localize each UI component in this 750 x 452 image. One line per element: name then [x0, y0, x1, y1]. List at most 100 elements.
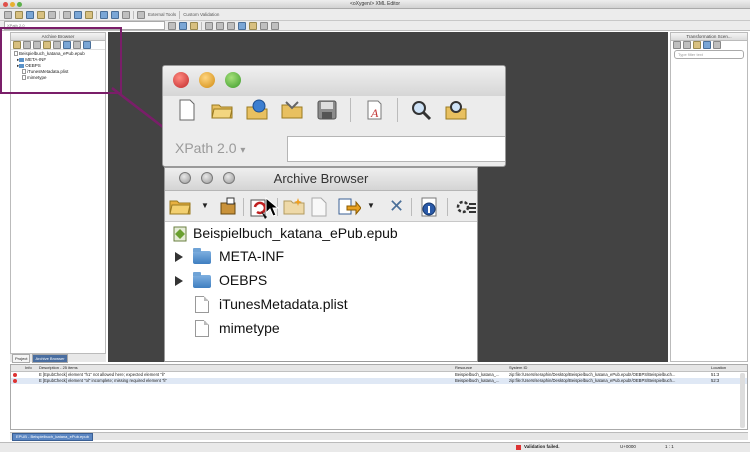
col-info[interactable]: Info: [25, 365, 39, 371]
new-archive-icon[interactable]: [219, 197, 237, 215]
open-folder-icon[interactable]: [210, 98, 234, 122]
new-icon[interactable]: [4, 10, 12, 19]
chevron-down-icon[interactable]: ▼: [367, 201, 375, 210]
toolbar-separator: [411, 198, 412, 216]
comment-icon[interactable]: [227, 21, 235, 30]
zoomed-editor-window: A XPath 2.0 ▾: [162, 65, 506, 167]
format-icon[interactable]: [205, 21, 213, 30]
results-tabs: EPUB - Beispielbuch_katana_ePub.epub: [10, 432, 748, 441]
zoom-window-button[interactable]: [225, 72, 241, 88]
status-message: Validation failed.: [524, 444, 560, 449]
find-in-files-icon[interactable]: [85, 10, 93, 19]
open-icon[interactable]: [15, 10, 23, 19]
expand-icon[interactable]: [175, 276, 183, 286]
open-folder-icon[interactable]: [37, 10, 45, 19]
outline-icon[interactable]: [271, 21, 279, 30]
panel-toolbar: [671, 41, 747, 49]
open-url-icon[interactable]: [245, 98, 269, 122]
panel-title: Transformation Scen...: [671, 33, 747, 41]
zoom-window-button[interactable]: [17, 2, 22, 7]
window-titlebar: <oXygen/> XML Editor: [0, 0, 750, 9]
toolbar-separator: [179, 10, 181, 19]
left-panel-tabs: Project Archive Browser: [10, 353, 106, 363]
toolbar-separator: [350, 98, 351, 122]
run-icon[interactable]: [168, 21, 176, 30]
error-status-icon: [516, 445, 521, 450]
xpath-version-selector[interactable]: XPath 2.0 ▾: [175, 140, 245, 156]
col-system-id[interactable]: System ID: [509, 365, 709, 371]
validate-icon[interactable]: [179, 21, 187, 30]
error-icon: [13, 378, 19, 384]
zoom-toolbar: A: [175, 98, 468, 122]
save-icon[interactable]: [48, 10, 56, 19]
back-icon[interactable]: [100, 10, 108, 19]
chevron-down-icon[interactable]: ▼: [201, 201, 209, 210]
save-icon[interactable]: [315, 98, 339, 122]
tab-archive-browser[interactable]: Archive Browser: [32, 353, 68, 363]
toolbar-separator: [397, 98, 398, 122]
transformation-scenarios-panel: Transformation Scen... Type filter text: [670, 32, 748, 362]
external-tools-icon[interactable]: [137, 10, 145, 19]
transform-icon[interactable]: [249, 21, 257, 30]
toolbar-separator: [96, 10, 97, 19]
new-xsl-icon[interactable]: A: [362, 98, 386, 122]
tag-icon[interactable]: [260, 21, 268, 30]
toolbar-separator: [133, 10, 134, 19]
toolbar-separator: [447, 198, 448, 216]
close-window-button[interactable]: [173, 72, 189, 88]
duplicate-icon[interactable]: [693, 41, 701, 49]
properties-icon[interactable]: [419, 197, 441, 219]
col-location[interactable]: Location: [711, 365, 737, 371]
archive-browser-titlebar: Archive Browser: [165, 168, 477, 191]
main-toolbar: External Tools Custom Validation: [0, 9, 750, 21]
forward-icon[interactable]: [111, 10, 119, 19]
open-archive-icon[interactable]: [280, 98, 304, 122]
delete-icon[interactable]: ✕: [389, 196, 404, 217]
indent-icon[interactable]: [216, 21, 224, 30]
archive-browser-toolbar: ▼ ▼ ✕: [165, 191, 477, 222]
close-window-button[interactable]: [3, 2, 8, 7]
tree-item-label: iTunesMetadata.plist: [219, 296, 348, 312]
find-icon[interactable]: [74, 10, 82, 19]
tab-epub-results[interactable]: EPUB - Beispielbuch_katana_ePub.epub: [12, 432, 93, 441]
add-icon[interactable]: [703, 41, 711, 49]
folder-icon: [193, 248, 211, 264]
find-in-files-icon[interactable]: [444, 98, 468, 122]
settings-menu-icon[interactable]: [455, 197, 477, 215]
print-icon[interactable]: [63, 10, 71, 19]
new-file-icon[interactable]: [311, 197, 327, 217]
col-resource[interactable]: Resource: [455, 365, 505, 371]
result-location: 52:3: [711, 378, 720, 383]
xpath-row: XPath 2.0 ▾: [171, 134, 505, 162]
expand-icon[interactable]: [175, 252, 183, 262]
new-document-icon[interactable]: [175, 98, 199, 122]
find-icon[interactable]: [409, 98, 433, 122]
minimize-window-button[interactable]: [199, 72, 215, 88]
results-scrollbar[interactable]: [740, 373, 745, 428]
debug-icon[interactable]: [238, 21, 246, 30]
tree-item-label: mimetype: [219, 320, 280, 336]
zoom-titlebar: [163, 66, 505, 96]
remove-icon[interactable]: [713, 41, 721, 49]
add-file-icon[interactable]: [337, 197, 361, 217]
tab-project[interactable]: Project: [12, 353, 31, 363]
col-description[interactable]: Description - 25 items: [39, 365, 439, 371]
result-row[interactable]: E [EpubCheck] element "ol" incomplete; m…: [11, 378, 747, 384]
minimize-window-button[interactable]: [10, 2, 15, 7]
results-header: Info Description - 25 items Resource Sys…: [11, 365, 747, 372]
new-folder-icon[interactable]: [283, 197, 305, 215]
filter-input[interactable]: Type filter text: [674, 50, 744, 59]
layout-icon[interactable]: [122, 10, 130, 19]
custom-validation-label[interactable]: Custom Validation: [183, 12, 219, 17]
open-url-icon[interactable]: [26, 10, 34, 19]
file-icon: [195, 296, 209, 313]
xpath-input[interactable]: [287, 136, 505, 162]
archive-browser-title: Archive Browser: [273, 171, 369, 186]
run-icon[interactable]: [673, 41, 681, 49]
open-archive-icon[interactable]: [169, 197, 191, 215]
external-tools-label[interactable]: External Tools: [148, 12, 176, 17]
check-icon[interactable]: [190, 21, 198, 30]
edit-icon[interactable]: [683, 41, 691, 49]
chevron-down-icon: ▾: [240, 145, 246, 156]
svg-text:A: A: [370, 106, 379, 120]
